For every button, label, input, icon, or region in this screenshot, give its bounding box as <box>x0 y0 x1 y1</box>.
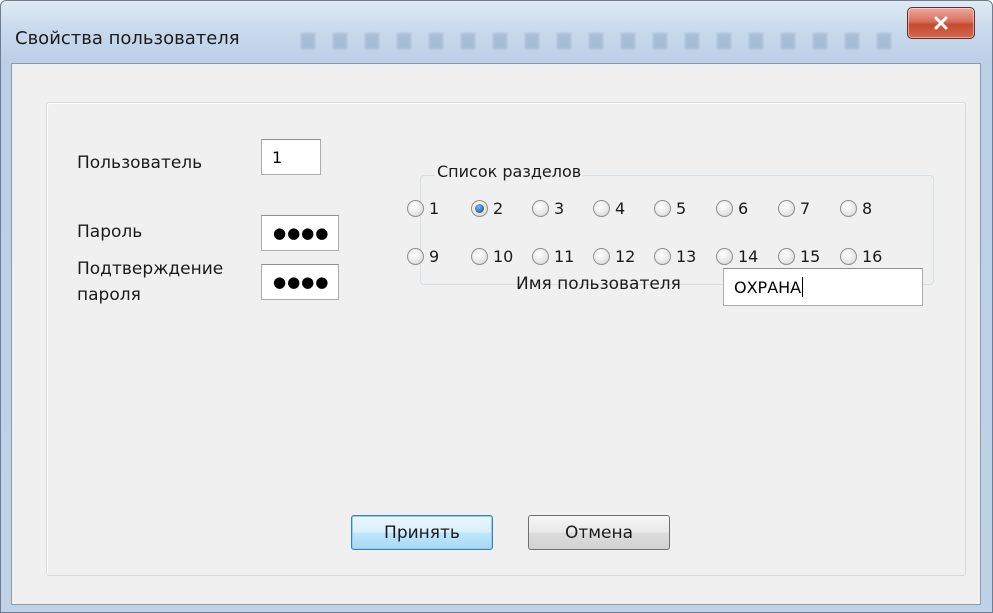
radio-unchecked-icon <box>532 199 549 217</box>
username-label: Имя пользователя <box>516 274 681 294</box>
password-field[interactable]: ●●●● <box>261 215 339 251</box>
partition-radio-6[interactable]: 6 <box>716 197 748 219</box>
partitions-legend: Список разделов <box>435 162 584 181</box>
radio-unchecked-icon <box>407 247 424 265</box>
partition-radio-label: 14 <box>738 246 759 266</box>
partition-radio-label: 15 <box>800 246 821 266</box>
partition-radio-7[interactable]: 7 <box>778 197 810 219</box>
background-window-ghost <box>301 33 901 49</box>
partition-radio-label: 12 <box>615 246 636 266</box>
radio-unchecked-icon <box>593 247 610 265</box>
partition-radio-8[interactable]: 8 <box>840 197 872 219</box>
radio-unchecked-icon <box>471 247 488 265</box>
partition-radio-11[interactable]: 11 <box>532 245 574 267</box>
partition-radio-label: 11 <box>554 246 575 266</box>
form-panel: Пользователь 1 Пароль ●●●● Подтверждение… <box>46 102 966 576</box>
user-label: Пользователь <box>77 153 203 173</box>
partition-radio-label: 6 <box>738 198 749 218</box>
radio-unchecked-icon <box>778 199 795 217</box>
accept-button[interactable]: Принять <box>351 515 493 550</box>
partition-radio-10[interactable]: 10 <box>471 245 513 267</box>
partition-radio-label: 13 <box>676 246 697 266</box>
radio-unchecked-icon <box>654 247 671 265</box>
close-button[interactable] <box>907 7 975 39</box>
partition-radio-label: 4 <box>615 198 626 218</box>
partition-radio-14[interactable]: 14 <box>716 245 758 267</box>
partition-radio-label: 5 <box>676 198 687 218</box>
radio-unchecked-icon <box>840 247 857 265</box>
partition-radio-5[interactable]: 5 <box>654 197 686 219</box>
confirm-password-field[interactable]: ●●●● <box>261 264 339 300</box>
partition-radio-3[interactable]: 3 <box>532 197 564 219</box>
text-caret <box>802 277 804 297</box>
radio-unchecked-icon <box>840 199 857 217</box>
partition-radio-9[interactable]: 9 <box>407 245 439 267</box>
partition-radio-label: 16 <box>862 246 883 266</box>
confirm-password-label-line2: пароля <box>77 285 141 305</box>
partition-radio-label: 2 <box>493 198 504 218</box>
username-value: ОХРАНА <box>734 277 802 297</box>
password-label: Пароль <box>77 222 143 242</box>
cancel-button-label: Отмена <box>564 522 634 543</box>
partition-radio-label: 3 <box>554 198 565 218</box>
radio-unchecked-icon <box>593 199 610 217</box>
confirm-password-label-line1: Подтверждение <box>77 259 224 279</box>
close-icon <box>933 15 949 31</box>
partition-radio-12[interactable]: 12 <box>593 245 635 267</box>
radio-unchecked-icon <box>778 247 795 265</box>
cancel-button[interactable]: Отмена <box>528 515 670 550</box>
accept-button-label: Принять <box>384 522 460 543</box>
user-number-value: 1 <box>272 147 283 167</box>
radio-unchecked-icon <box>407 199 424 217</box>
radio-unchecked-icon <box>716 199 733 217</box>
partition-radio-label: 10 <box>493 246 514 266</box>
partition-radio-label: 1 <box>429 198 440 218</box>
partition-radio-1[interactable]: 1 <box>407 197 439 219</box>
radio-checked-icon <box>471 199 488 217</box>
radio-unchecked-icon <box>532 247 549 265</box>
partition-radio-4[interactable]: 4 <box>593 197 625 219</box>
confirm-password-value: ●●●● <box>273 273 330 291</box>
partition-radio-16[interactable]: 16 <box>840 245 882 267</box>
password-value: ●●●● <box>273 224 330 242</box>
dialog-client-area: Пользователь 1 Пароль ●●●● Подтверждение… <box>11 63 981 605</box>
partition-radio-2[interactable]: 2 <box>471 197 503 219</box>
radio-unchecked-icon <box>654 199 671 217</box>
partition-radio-label: 9 <box>429 246 440 266</box>
partition-radio-13[interactable]: 13 <box>654 245 696 267</box>
partition-radio-label: 8 <box>862 198 873 218</box>
dialog-window: Свойства пользователя Пользователь 1 Пар… <box>0 0 993 613</box>
partition-radio-label: 7 <box>800 198 811 218</box>
partition-radio-15[interactable]: 15 <box>778 245 820 267</box>
user-number-field[interactable]: 1 <box>261 139 321 175</box>
window-title: Свойства пользователя <box>15 28 240 49</box>
username-field[interactable]: ОХРАНА <box>723 268 923 306</box>
radio-unchecked-icon <box>716 247 733 265</box>
title-bar[interactable]: Свойства пользователя <box>1 1 992 61</box>
